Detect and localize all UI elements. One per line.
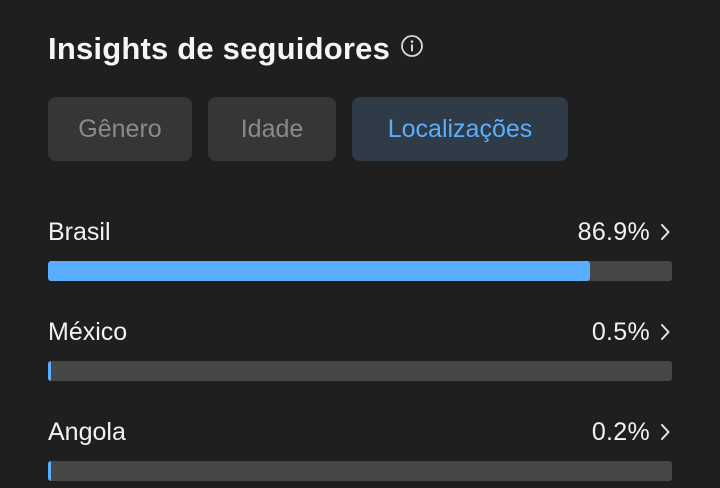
location-label: Angola bbox=[48, 417, 126, 446]
location-row-angola[interactable]: Angola 0.2% bbox=[48, 415, 672, 481]
tab-localizacoes[interactable]: Localizações bbox=[352, 97, 568, 161]
location-label: Brasil bbox=[48, 217, 111, 246]
tab-idade[interactable]: Idade bbox=[208, 97, 336, 161]
follower-insights-card: Insights de seguidores Gênero Idade Loca… bbox=[0, 0, 720, 488]
tab-label: Idade bbox=[240, 114, 304, 143]
location-percentage: 86.9% bbox=[577, 217, 650, 246]
tab-bar: Gênero Idade Localizações bbox=[48, 97, 568, 161]
progress-bar-track bbox=[48, 461, 672, 481]
tab-label: Gênero bbox=[78, 114, 162, 143]
tab-label: Localizações bbox=[387, 114, 533, 143]
chevron-right-icon bbox=[658, 422, 672, 442]
location-percentage: 0.2% bbox=[591, 417, 650, 446]
progress-bar-track bbox=[48, 261, 672, 281]
progress-bar-fill bbox=[48, 261, 591, 281]
page-title: Insights de seguidores bbox=[48, 31, 391, 66]
location-row-mexico[interactable]: México 0.5% bbox=[48, 315, 672, 381]
chevron-right-icon bbox=[658, 222, 672, 242]
progress-bar-track bbox=[48, 361, 672, 381]
chevron-right-icon bbox=[658, 322, 672, 342]
header: Insights de seguidores bbox=[48, 26, 424, 72]
tab-genero[interactable]: Gênero bbox=[48, 97, 192, 161]
progress-bar-fill bbox=[48, 461, 51, 481]
info-icon[interactable] bbox=[400, 34, 424, 58]
location-row-brasil[interactable]: Brasil 86.9% bbox=[48, 215, 672, 281]
progress-bar-fill bbox=[48, 361, 52, 381]
location-label: México bbox=[48, 317, 128, 346]
location-percentage: 0.5% bbox=[591, 317, 650, 346]
